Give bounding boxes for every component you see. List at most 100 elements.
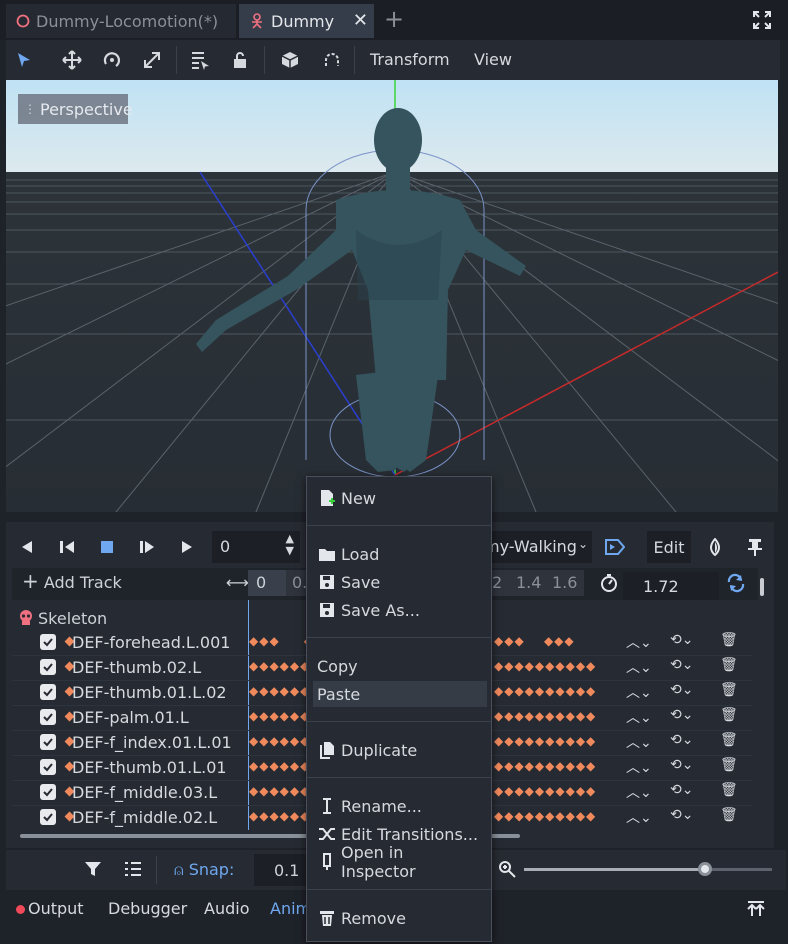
track-enable-checkbox[interactable]	[40, 659, 56, 675]
play-icon[interactable]	[176, 536, 198, 558]
menu-item-save[interactable]: Save	[317, 569, 483, 595]
track-enable-checkbox[interactable]	[40, 634, 56, 650]
interpolation-icon[interactable]: ︿⌄	[626, 682, 652, 702]
keyframes[interactable]: ◆◆◆◆◆◆◆◆◆◆	[494, 759, 596, 773]
trash-icon[interactable]: 🗑	[720, 682, 738, 698]
keyframes[interactable]: ◆◆◆◆◆◆	[249, 709, 310, 723]
keyframes[interactable]: ◆◆◆◆◆◆◆◆◆◆	[494, 784, 596, 798]
trash-icon[interactable]: 🗑	[720, 657, 738, 673]
lock-icon[interactable]	[228, 48, 252, 72]
keyframes[interactable]: ◆◆◆◆◆◆◆◆◆◆	[494, 684, 596, 698]
interpolation-icon[interactable]: ︿⌄	[626, 632, 652, 652]
list-select-icon[interactable]	[188, 48, 212, 72]
close-icon[interactable]: ✕	[353, 10, 368, 31]
menu-item-open-in-inspector[interactable]: Open in Inspector	[317, 843, 483, 881]
interpolation-icon[interactable]: ︿⌄	[626, 732, 652, 752]
keyframes[interactable]: ◆◆◆ ◆◆◆	[494, 634, 575, 648]
pin-icon[interactable]	[744, 536, 766, 558]
track-enable-checkbox[interactable]	[40, 684, 56, 700]
snap-toggle[interactable]: ⍝ Snap:	[174, 860, 234, 880]
select-tool-icon[interactable]	[12, 48, 36, 72]
keyframes[interactable]: ◆◆◆◆◆◆	[249, 784, 310, 798]
loop-wrap-icon[interactable]: ⟲⌄	[670, 732, 693, 748]
track-enable-checkbox[interactable]	[40, 709, 56, 725]
loop-wrap-icon[interactable]: ⟲⌄	[670, 807, 693, 823]
frame-spinbox[interactable]: 0 ▲ ▼	[212, 531, 300, 563]
trash-icon[interactable]: 🗑	[720, 782, 738, 798]
add-tab-icon[interactable]: +	[384, 6, 404, 32]
menu-item-load[interactable]: Load	[317, 541, 483, 567]
animation-length-input[interactable]: 1.72	[623, 572, 719, 600]
tab-dummy-locomotion[interactable]: Dummy-Locomotion(*)	[6, 4, 236, 38]
trash-icon[interactable]: 🗑	[720, 807, 738, 823]
keyframes[interactable]: ◆◆◆◆◆◆◆◆◆◆	[494, 809, 596, 823]
interpolation-icon[interactable]: ︿⌄	[626, 807, 652, 827]
track-list-icon[interactable]	[124, 860, 142, 882]
tab-debugger[interactable]: Debugger	[108, 899, 187, 918]
menu-item-new[interactable]: New	[317, 485, 483, 511]
autoplay-icon[interactable]	[604, 536, 626, 558]
view-menu[interactable]: View	[474, 50, 512, 69]
play-from-start-icon[interactable]	[136, 536, 158, 558]
interpolation-icon[interactable]: ︿⌄	[626, 657, 652, 677]
keyframes[interactable]: ◆◆◆◆◆◆◆◆◆◆	[494, 659, 596, 673]
menu-item-remove[interactable]: Remove	[317, 905, 483, 931]
loop-wrap-icon[interactable]: ⟲⌄	[670, 757, 693, 773]
perspective-button[interactable]: ⋮ Perspective	[18, 94, 133, 124]
snap-value-input[interactable]: 0.1	[254, 854, 308, 886]
loop-icon[interactable]	[726, 573, 746, 597]
tab-dummy[interactable]: Dummy ✕	[239, 4, 374, 38]
interpolation-icon[interactable]: ︿⌄	[626, 707, 652, 727]
loop-wrap-icon[interactable]: ⟲⌄	[670, 632, 693, 648]
trash-icon[interactable]: 🗑	[720, 707, 738, 723]
track-enable-checkbox[interactable]	[40, 734, 56, 750]
vertical-scrollbar[interactable]	[760, 578, 764, 596]
loop-wrap-icon[interactable]: ⟲⌄	[670, 682, 693, 698]
keyframes[interactable]: ◆◆◆ ◆	[249, 634, 314, 648]
menu-item-duplicate[interactable]: Duplicate	[317, 737, 483, 763]
spin-arrows-icon[interactable]: ▲ ▼	[286, 533, 294, 557]
loop-wrap-icon[interactable]: ⟲⌄	[670, 782, 693, 798]
menu-item-rename[interactable]: Rename...	[317, 793, 483, 819]
zoom-slider[interactable]	[524, 862, 772, 876]
menu-item-copy[interactable]: Copy	[317, 653, 483, 679]
keyframes[interactable]: ◆◆◆◆◆◆◆◆◆◆	[494, 734, 596, 748]
track-enable-checkbox[interactable]	[40, 784, 56, 800]
interpolation-icon[interactable]: ︿⌄	[626, 782, 652, 802]
onion-skin-icon[interactable]	[704, 536, 726, 558]
transform-menu[interactable]: Transform	[370, 50, 450, 69]
track-enable-checkbox[interactable]	[40, 759, 56, 775]
edit-button[interactable]: Edit	[647, 531, 691, 563]
add-track-button[interactable]: + Add Track	[22, 571, 122, 592]
stop-icon[interactable]	[96, 536, 118, 558]
keyframes[interactable]: ◆◆◆◆◆◆◆◆◆◆	[494, 709, 596, 723]
menu-item-save-as[interactable]: Save As...	[317, 597, 483, 623]
tab-animation[interactable]: Anim	[270, 899, 311, 918]
keyframes[interactable]: ◆◆◆◆◆◆	[249, 659, 310, 673]
keyframes[interactable]: ◆◆◆◆◆◆	[249, 684, 310, 698]
fullscreen-icon[interactable]	[752, 10, 772, 34]
animation-selector[interactable]: my-Walking ⌄	[484, 531, 592, 563]
zoom-slider-thumb[interactable]	[698, 862, 713, 876]
timeline-zoom-icon[interactable]: ⟷	[226, 573, 249, 592]
keyframes[interactable]: ◆◆◆◆◆◆	[249, 759, 310, 773]
move-tool-icon[interactable]	[60, 48, 84, 72]
play-backwards-from-end-icon[interactable]	[16, 536, 38, 558]
collapse-panel-icon[interactable]	[746, 900, 766, 922]
snap-icon[interactable]	[320, 48, 344, 72]
loop-wrap-icon[interactable]: ⟲⌄	[670, 657, 693, 673]
keyframes[interactable]: ◆◆◆◆◆◆	[249, 809, 310, 823]
mesh-icon[interactable]	[278, 48, 302, 72]
track-enable-checkbox[interactable]	[40, 809, 56, 825]
tab-output[interactable]: Output	[16, 899, 84, 918]
tab-audio[interactable]: Audio	[204, 899, 249, 918]
keyframes[interactable]: ◆◆◆◆◆◆	[249, 734, 310, 748]
scale-tool-icon[interactable]	[140, 48, 164, 72]
menu-item-paste[interactable]: Paste	[313, 681, 487, 707]
trash-icon[interactable]: 🗑	[720, 757, 738, 773]
filter-icon[interactable]	[84, 860, 102, 882]
interpolation-icon[interactable]: ︿⌄	[626, 757, 652, 777]
trash-icon[interactable]: 🗑	[720, 732, 738, 748]
3d-viewport[interactable]: ⋮ Perspective	[6, 80, 778, 512]
loop-wrap-icon[interactable]: ⟲⌄	[670, 707, 693, 723]
